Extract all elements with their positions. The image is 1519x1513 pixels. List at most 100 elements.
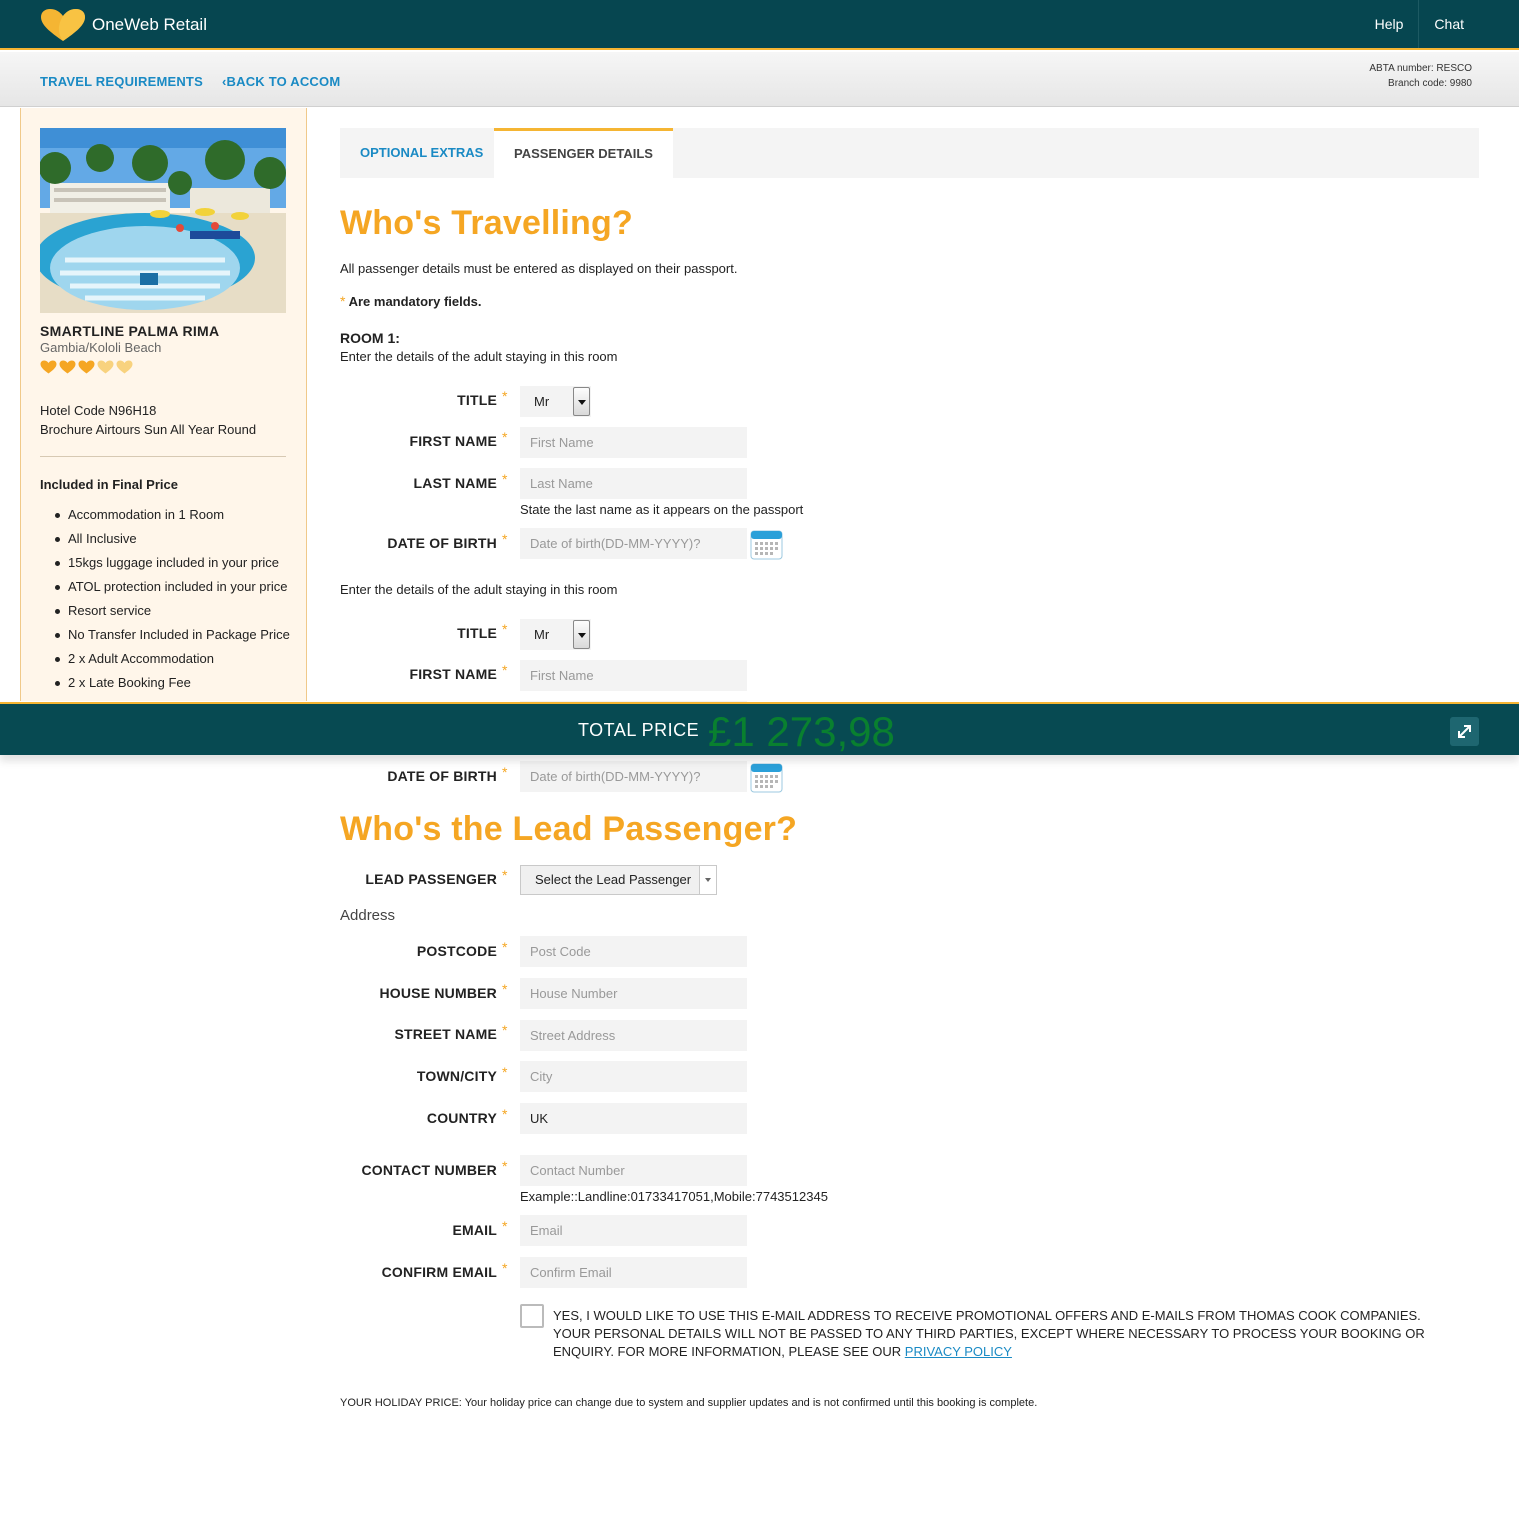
lead-heading: Who's the Lead Passenger? [340, 810, 798, 848]
brand-name: OneWeb Retail [92, 15, 207, 34]
required-icon: * [502, 1218, 508, 1234]
lead-passenger-select[interactable]: Select the Lead Passenger [520, 865, 717, 895]
sub-header: TRAVEL REQUIREMENTS ‹BACK TO ACCOM ABTA … [0, 52, 1519, 107]
email-label: EMAIL [452, 1222, 497, 1238]
first-name-input[interactable]: First Name [520, 427, 747, 458]
hotel-code: Hotel Code N96H18 [40, 403, 157, 418]
required-icon: * [502, 471, 508, 487]
included-list: Accommodation in 1 Room All Inclusive 15… [40, 506, 290, 698]
dob-label: DATE OF BIRTH [387, 535, 497, 551]
booking-tabs: OPTIONAL EXTRAS PASSENGER DETAILS [340, 128, 1479, 178]
brochure-name: Brochure Airtours Sun All Year Round [40, 422, 257, 437]
travelling-heading: Who's Travelling? [340, 204, 633, 242]
first-name-label: FIRST NAME [409, 666, 497, 682]
brand-logo[interactable]: OneWeb Retail [40, 8, 207, 42]
list-item: Accommodation in 1 Room [40, 506, 290, 524]
calendar-icon[interactable] [750, 763, 783, 793]
agent-info: ABTA number: RESCO Branch code: 9980 [1369, 61, 1472, 91]
house-number-input[interactable]: House Number [520, 978, 747, 1009]
title-value: Mr [534, 394, 550, 409]
calendar-icon[interactable] [750, 530, 783, 560]
country-label: COUNTRY [426, 1110, 497, 1126]
marketing-optin-checkbox[interactable] [520, 1304, 544, 1328]
abta-number: ABTA number: RESCO [1369, 63, 1472, 74]
email-input[interactable]: Email [520, 1215, 747, 1246]
postcode-label: POSTCODE [416, 943, 497, 959]
hotel-name: SMARTLINE PALMA RIMA [40, 323, 220, 339]
lead-passenger-value: Select the Lead Passenger [535, 872, 692, 887]
required-icon: * [502, 981, 508, 997]
tab-passenger-details[interactable]: PASSENGER DETAILS [494, 128, 673, 178]
included-title: Included in Final Price [40, 477, 178, 492]
expand-icon[interactable] [1450, 717, 1479, 746]
title-select[interactable]: Mr [520, 619, 591, 650]
hotel-meta: Hotel Code N96H18 Brochure Airtours Sun … [40, 401, 256, 439]
required-icon: * [502, 662, 508, 678]
mandatory-text: Are mandatory fields. [348, 294, 482, 309]
adult-intro-2: Enter the details of the adult staying i… [340, 582, 618, 597]
hotel-photo [40, 128, 286, 313]
total-price-bar: TOTAL PRICE £1 273,98 [0, 702, 1519, 755]
list-item: 2 x Late Booking Fee [40, 674, 290, 692]
last-name-hint: State the last name as it appears on the… [520, 502, 804, 517]
chevron-down-icon [699, 866, 716, 894]
first-name-input[interactable]: First Name [520, 660, 747, 691]
heart-rating-icon [78, 360, 95, 374]
required-icon: * [502, 1106, 508, 1122]
chevron-down-icon [573, 620, 590, 649]
passport-intro: All passenger details must be entered as… [340, 261, 738, 276]
town-input[interactable]: City [520, 1061, 747, 1092]
list-item: ATOL protection included in your price [40, 578, 290, 596]
heart-rating-icon [40, 360, 57, 374]
required-icon: * [502, 764, 508, 780]
list-item: All Inclusive [40, 530, 290, 548]
last-name-label: LAST NAME [413, 475, 497, 491]
first-name-label: FIRST NAME [409, 433, 497, 449]
street-name-input[interactable]: Street Address [520, 1020, 747, 1051]
heart-rating-icon [59, 360, 76, 374]
required-icon: * [502, 621, 508, 637]
chat-link[interactable]: Chat [1418, 0, 1479, 48]
contact-number-label: CONTACT NUMBER [361, 1162, 497, 1178]
privacy-policy-link[interactable]: Privacy Policy [905, 1344, 1012, 1359]
top-nav: Help Chat [1360, 0, 1479, 48]
list-item: 2 x Adult Accommodation [40, 650, 290, 668]
adult-intro: Enter the details of the adult staying i… [340, 349, 618, 364]
last-name-input[interactable]: Last Name [520, 468, 747, 499]
confirm-email-input[interactable]: Confirm Email [520, 1257, 747, 1288]
address-label: Address [340, 907, 396, 924]
list-item: 15kgs luggage included in your price [40, 554, 290, 572]
marketing-optin-text: Yes, I would like to use this e-mail add… [553, 1307, 1443, 1361]
total-price-label: TOTAL PRICE [578, 720, 700, 740]
title-select[interactable]: Mr [520, 386, 591, 417]
heart-logo-icon [41, 9, 85, 41]
country-input[interactable]: UK [520, 1103, 747, 1134]
required-icon: * [502, 531, 508, 547]
help-link[interactable]: Help [1360, 0, 1419, 48]
tab-optional-extras[interactable]: OPTIONAL EXTRAS [340, 128, 503, 178]
required-icon: * [502, 429, 508, 445]
contact-number-input[interactable]: Contact Number [520, 1155, 747, 1186]
required-icon: * [502, 939, 508, 955]
chevron-down-icon [573, 387, 590, 416]
travel-requirements-link[interactable]: TRAVEL REQUIREMENTS [40, 74, 203, 89]
asterisk-icon: * [340, 293, 346, 309]
total-price-amount: £1 273,98 [708, 708, 895, 755]
divider [40, 456, 286, 457]
list-item: No Transfer Included in Package Price [40, 626, 290, 644]
postcode-input[interactable]: Post Code [520, 936, 747, 967]
title-value: Mr [534, 627, 550, 642]
hotel-location: Gambia/Kololi Beach [40, 340, 162, 355]
contact-number-hint: Example::Landline:01733417051,Mobile:774… [520, 1189, 828, 1204]
mandatory-note: * Are mandatory fields. [340, 293, 482, 309]
back-to-accom-link[interactable]: ‹BACK TO ACCOM [222, 74, 340, 89]
branch-code: Branch code: 9980 [1388, 78, 1472, 89]
heart-rating-empty-icon [116, 360, 133, 374]
dob-input[interactable]: Date of birth(DD-MM-YYYY)? [520, 528, 747, 559]
required-icon: * [502, 388, 508, 404]
confirm-email-label: CONFIRM EMAIL [381, 1264, 497, 1280]
required-icon: * [502, 867, 508, 883]
title-label: TITLE [457, 625, 497, 641]
dob-input[interactable]: Date of birth(DD-MM-YYYY)? [520, 761, 747, 792]
heart-rating-empty-icon [97, 360, 114, 374]
